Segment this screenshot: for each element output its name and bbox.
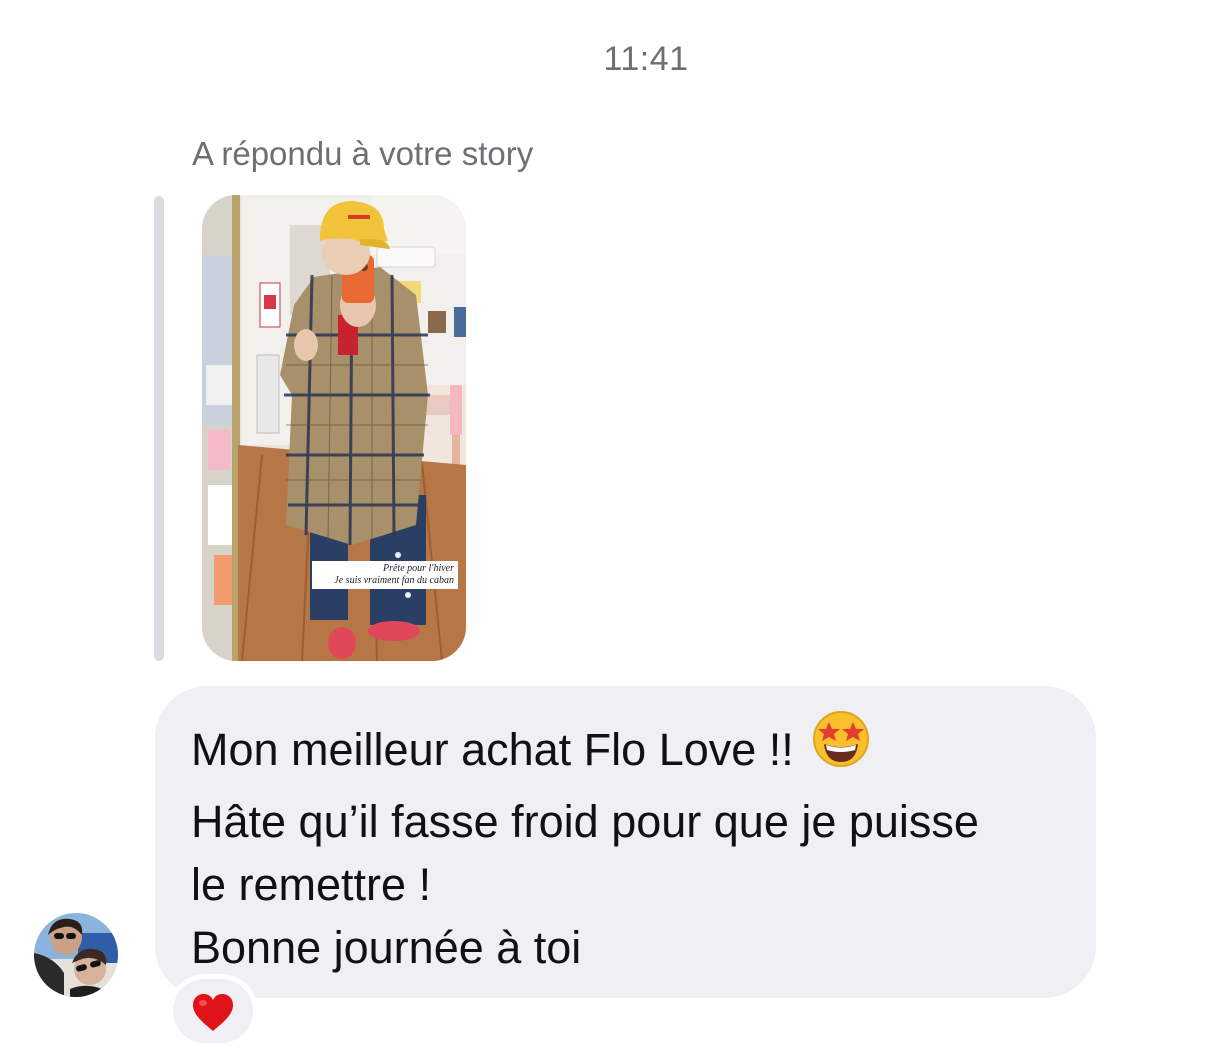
message-line-1-text: Mon meilleur achat Flo Love !! — [191, 723, 794, 775]
message-line-4: Bonne journée à toi — [191, 922, 582, 973]
message-timestamp: 11:41 — [603, 40, 689, 78]
story-caption-line-1: Prête pour l'hiver — [382, 563, 454, 574]
sender-avatar[interactable] — [34, 913, 118, 997]
reply-indicator-bar — [154, 196, 164, 661]
story-caption: Prête pour l'hiver Je suis vraiment fan … — [312, 561, 458, 589]
message-line-1: Mon meilleur achat Flo Love !! — [191, 711, 1060, 790]
story-photo — [202, 195, 466, 661]
message-line-3: le remettre ! — [191, 859, 432, 910]
red-heart-icon — [191, 993, 235, 1038]
message-line-2: Hâte qu’il fasse froid pour que je puiss… — [191, 796, 979, 847]
star-struck-emoji-icon — [812, 710, 870, 784]
message-bubble[interactable]: Mon meilleur achat Flo Love !! Hâte qu’i… — [155, 686, 1096, 998]
reaction-badge[interactable] — [168, 974, 258, 1048]
story-caption-line-2: Je suis vraiment fan du caban — [334, 575, 454, 586]
story-reply-label: A répondu à votre story — [192, 135, 534, 172]
story-thumbnail[interactable]: Prête pour l'hiver Je suis vraiment fan … — [202, 195, 466, 661]
